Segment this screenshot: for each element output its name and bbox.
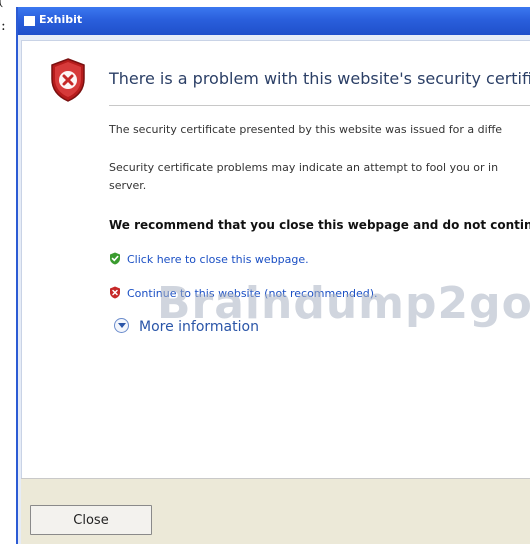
colon-text: :	[1, 18, 6, 34]
exhibit-window: Exhibit There is a problem with this web…	[16, 7, 530, 544]
recommendation-text: We recommend that you close this webpage…	[109, 218, 530, 232]
warning-line-1: Security certificate problems may indica…	[109, 161, 499, 174]
heading-divider	[109, 105, 530, 106]
close-button[interactable]: Close	[30, 505, 152, 535]
green-check-shield-icon	[110, 252, 120, 265]
watermark: Braindump2go.	[157, 278, 530, 329]
chevron-down-circle-icon	[114, 318, 129, 333]
window-title: Exhibit	[39, 13, 83, 26]
certificate-error-page: There is a problem with this website's s…	[21, 40, 530, 478]
clipped-text: (	[0, 0, 3, 9]
title-bar[interactable]: Exhibit	[18, 7, 530, 35]
close-webpage-link[interactable]: Click here to close this webpage.	[109, 252, 309, 266]
window-icon	[24, 16, 35, 26]
red-x-shield-icon	[110, 286, 120, 299]
page-heading: There is a problem with this website's s…	[109, 69, 530, 88]
error-shield-icon	[51, 58, 85, 102]
warning-paragraph: Security certificate problems may indica…	[109, 159, 498, 195]
background-text-fragment: ( :	[0, 0, 16, 544]
button-bar: Close	[21, 478, 530, 544]
warning-line-2: server.	[109, 179, 147, 192]
issuer-paragraph: The security certificate presented by th…	[109, 123, 503, 136]
close-webpage-link-text[interactable]: Click here to close this webpage.	[127, 253, 309, 266]
